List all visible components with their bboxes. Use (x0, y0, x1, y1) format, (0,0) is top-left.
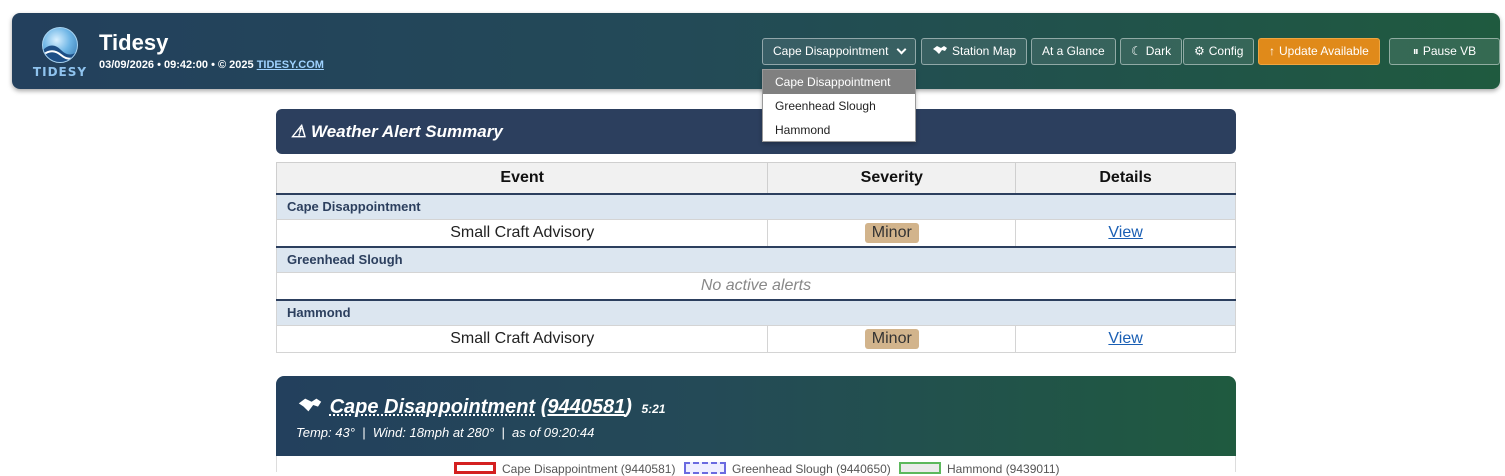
dropdown-option-greenhead-slough[interactable]: Greenhead Slough (763, 94, 915, 118)
legend-item[interactable]: Greenhead Slough (9440650) (684, 462, 891, 476)
station-map-button[interactable]: Station Map (921, 38, 1028, 65)
alert-summary-header: ⚠ Weather Alert Summary (276, 109, 1236, 154)
datetime-copyright: 03/09/2026 • 09:42:00 • © 2025 (99, 59, 257, 71)
gear-icon: ⚙ (1194, 44, 1205, 58)
map-icon (296, 396, 330, 418)
details-cell: View (1015, 219, 1236, 247)
moon-icon: ☾ (1131, 44, 1142, 58)
legend-swatch (899, 462, 941, 474)
alert-event: Small Craft Advisory (275, 219, 769, 247)
table-row: Small Craft Advisory Minor View (275, 219, 1236, 247)
no-alerts-text: No active alerts (276, 272, 1236, 300)
alerts-table: Event Severity Details Cape Disappointme… (275, 162, 1236, 353)
config-button[interactable]: ⚙ Config (1183, 38, 1255, 65)
globe-wave-icon (42, 27, 78, 63)
legend-swatch (454, 462, 496, 474)
at-a-glance-label: At a Glance (1042, 44, 1105, 58)
pause-icon: ⏸ (1412, 44, 1419, 58)
station-group-label: Greenhead Slough (276, 245, 1236, 273)
alert-event: Small Craft Advisory (275, 325, 769, 353)
severity-badge: Minor (864, 222, 919, 243)
legend-item[interactable]: Cape Disappointment (9440581) (454, 462, 675, 476)
station-group-row: Cape Disappointment (276, 193, 1236, 220)
station-title: Cape Disappointment (9440581) 5:21 (296, 396, 665, 419)
tidesy-link[interactable]: TIDESY.COM (257, 59, 324, 71)
app-header: TIDESY Tidesy 03/09/2026 • 09:42:00 • © … (12, 13, 1500, 89)
table-row: Small Craft Advisory Minor View (275, 325, 1236, 353)
severity-cell: Minor (767, 219, 1017, 247)
legend-item[interactable]: Hammond (9439011) (899, 462, 1060, 476)
logo-text: TIDESY (32, 65, 88, 79)
legend-label: Hammond (9439011) (947, 462, 1060, 476)
arrow-up-icon: ↑ (1269, 44, 1275, 58)
pause-button[interactable]: ⏸ Pause VB (1389, 38, 1500, 65)
chart-legend: Cape Disappointment (9440581) Greenhead … (276, 456, 1236, 476)
station-group-row: Greenhead Slough (276, 245, 1236, 273)
station-select-value: Cape Disappointment (773, 44, 889, 58)
column-header-event: Event (275, 162, 769, 195)
station-group-label: Cape Disappointment (276, 193, 1236, 220)
dropdown-option-cape-disappointment[interactable]: Cape Disappointment (763, 70, 915, 94)
legend-label: Greenhead Slough (9440650) (732, 462, 891, 476)
update-available-button[interactable]: ↑ Update Available (1258, 38, 1380, 65)
station-conditions: Temp: 43° | Wind: 18mph at 280° | as of … (296, 425, 595, 440)
config-label: Config (1208, 44, 1244, 58)
station-map-label: Station Map (952, 44, 1017, 58)
station-card-header: Cape Disappointment (9440581) 5:21 Temp:… (276, 376, 1236, 456)
station-select[interactable]: Cape Disappointment (762, 38, 916, 65)
column-header-severity: Severity (767, 162, 1017, 195)
severity-badge: Minor (864, 329, 919, 349)
map-icon (932, 39, 948, 64)
station-name-link[interactable]: Cape Disappointment (330, 396, 536, 418)
pause-label: Pause VB (1422, 44, 1477, 58)
legend-swatch (684, 462, 726, 474)
chevron-down-icon (896, 44, 907, 55)
station-time: 5:21 (641, 402, 666, 416)
legend-label: Cape Disappointment (9440581) (502, 462, 676, 476)
dark-label: Dark (1145, 44, 1172, 58)
update-label: Update Available (1279, 44, 1369, 58)
dropdown-option-hammond[interactable]: Hammond (763, 118, 915, 142)
header-subtitle: 03/09/2026 • 09:42:00 • © 2025 TIDESY.CO… (99, 59, 324, 71)
alert-summary-title: Weather Alert Summary (310, 122, 503, 141)
details-cell: View (1015, 325, 1236, 353)
station-group-label: Hammond (276, 298, 1236, 326)
tidesy-logo: TIDESY (32, 25, 88, 81)
view-details-link[interactable]: View (1108, 330, 1142, 347)
table-header-row: Event Severity Details (275, 162, 1236, 195)
severity-cell: Minor (767, 325, 1017, 353)
column-header-details: Details (1015, 162, 1236, 195)
station-dropdown[interactable]: Cape Disappointment Greenhead Slough Ham… (762, 69, 916, 142)
app-title: Tidesy (99, 30, 169, 55)
at-a-glance-button[interactable]: At a Glance (1031, 38, 1116, 65)
view-details-link[interactable]: View (1108, 224, 1142, 241)
dark-mode-button[interactable]: ☾ Dark (1120, 38, 1183, 65)
station-group-row: Hammond (276, 298, 1236, 326)
station-id-link[interactable]: 9440581 (547, 396, 625, 418)
table-row: No active alerts (276, 272, 1236, 300)
warning-icon: ⚠ (291, 122, 307, 141)
